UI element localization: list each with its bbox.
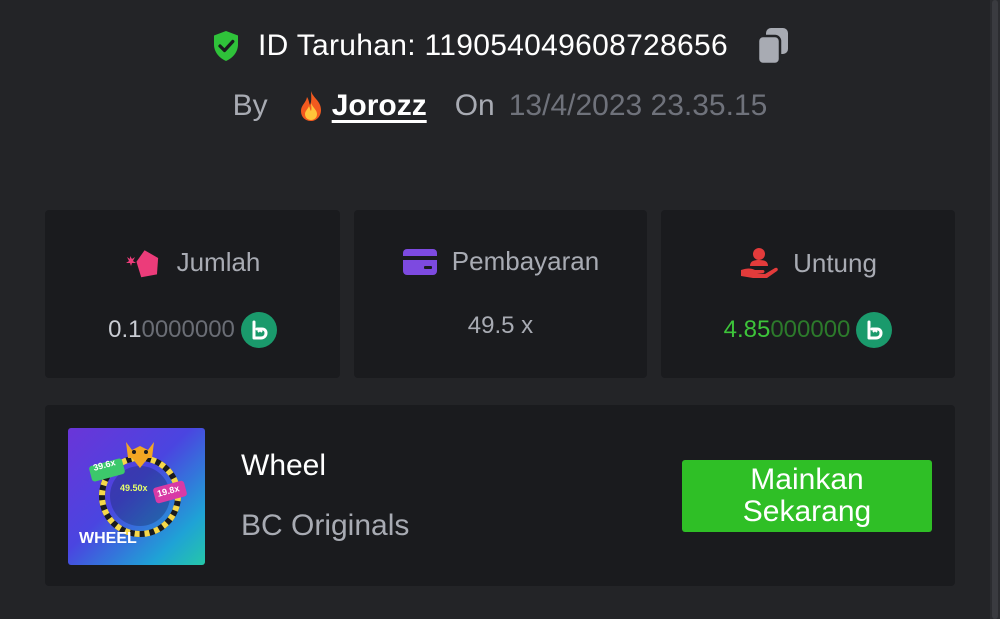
- verified-shield-icon: [208, 28, 244, 64]
- bcd-coin-icon: [856, 312, 893, 348]
- stat-value-payout: 49.5 x: [354, 312, 647, 340]
- bcd-coin-icon: [240, 312, 277, 348]
- stat-value-amount: 0.10000000: [45, 312, 340, 348]
- game-thumbnail[interactable]: 39.6x 49.50x 19.8x WHEEL: [68, 428, 205, 565]
- profit-value-bright: 4.85: [723, 316, 771, 343]
- bet-meta-row: By Jorozz On 13/4/2023 23.35.15: [0, 84, 1000, 128]
- fire-icon: [296, 89, 326, 123]
- game-name[interactable]: Wheel: [241, 449, 326, 483]
- bet-amount-icon: [125, 246, 163, 278]
- username: Jorozz: [331, 89, 427, 122]
- by-label: By: [232, 89, 268, 122]
- amount-value-dim: 0000000: [141, 316, 235, 343]
- thumb-mult-center: 49.50x: [120, 483, 148, 493]
- stat-card-amount: Jumlah 0.10000000: [45, 210, 340, 378]
- copy-icon[interactable]: [754, 26, 792, 66]
- game-provider: BC Originals: [241, 509, 410, 542]
- stat-value-profit: 4.85000000: [661, 312, 955, 348]
- thumb-title: WHEEL: [79, 530, 137, 547]
- stat-title-profit: Untung: [661, 246, 955, 280]
- stat-card-payout: Pembayaran 49.5 x: [354, 210, 647, 378]
- bet-date: 13/4/2023 23.35.15: [508, 89, 768, 122]
- card-icon: [402, 247, 438, 277]
- stat-card-profit: Untung 4.85000000: [661, 210, 955, 378]
- stat-title-amount: Jumlah: [45, 246, 340, 278]
- amount-value-bright: 0.1: [108, 316, 142, 343]
- game-card: 39.6x 49.50x 19.8x WHEEL Wheel BC Origin…: [45, 405, 955, 586]
- stat-label-payout: Pembayaran: [451, 246, 600, 276]
- stat-label-profit: Untung: [793, 247, 877, 278]
- profit-hand-icon: [739, 246, 779, 280]
- on-label: On: [454, 89, 495, 122]
- username-link[interactable]: Jorozz: [296, 89, 427, 123]
- stat-label-amount: Jumlah: [176, 246, 261, 277]
- payout-value: 49.5 x: [467, 312, 534, 339]
- bet-id-row: ID Taruhan: 119054049608728656: [0, 24, 1000, 68]
- play-now-button[interactable]: Mainkan Sekarang: [682, 460, 932, 532]
- bet-id: ID Taruhan: 119054049608728656: [258, 29, 728, 62]
- stat-title-payout: Pembayaran: [354, 246, 647, 277]
- profit-value-dim: 000000: [770, 316, 851, 343]
